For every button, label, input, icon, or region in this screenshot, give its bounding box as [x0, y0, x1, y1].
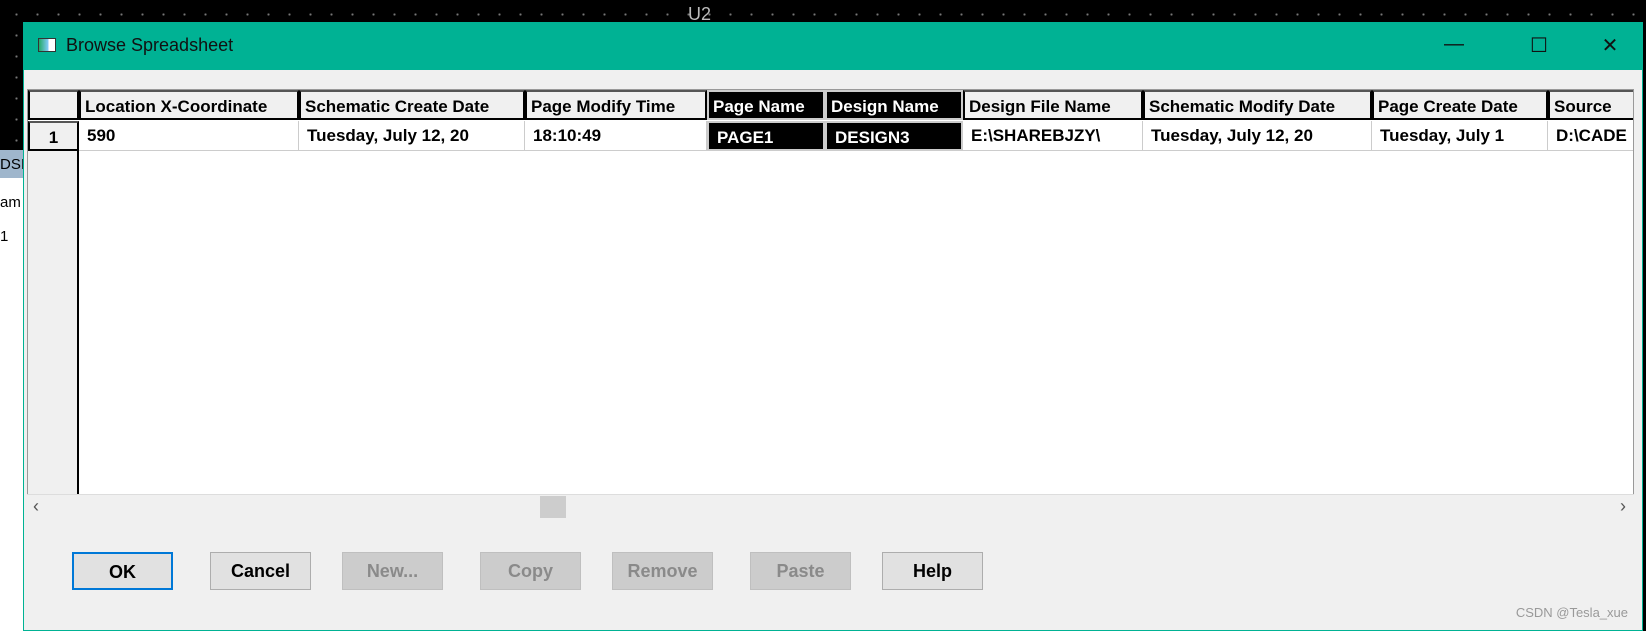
corner-cell[interactable] — [28, 90, 79, 120]
table-cell[interactable]: Tuesday, July 1 — [1372, 121, 1548, 151]
column-header[interactable]: Schematic Create Date — [299, 90, 525, 120]
column-header[interactable]: Page Name — [707, 90, 825, 120]
background-tab: DSI — [0, 150, 24, 178]
column-header[interactable]: Schematic Modify Date — [1143, 90, 1372, 120]
paste-button[interactable]: Paste — [750, 552, 851, 590]
table-cell[interactable]: Tuesday, July 12, 20 — [1143, 121, 1372, 151]
column-header[interactable]: Source — [1548, 90, 1633, 120]
table-cell[interactable]: D:\CADE — [1548, 121, 1633, 151]
close-button[interactable]: ✕ — [1587, 33, 1633, 59]
table-cell[interactable]: 18:10:49 — [525, 121, 707, 151]
horizontal-scrollbar[interactable]: ‹ › — [27, 494, 1634, 518]
table-cell[interactable]: DESIGN3 — [825, 121, 963, 151]
title-bar: Browse Spreadsheet — ☐ ✕ — [24, 23, 1642, 70]
table-cell[interactable]: PAGE1 — [707, 121, 825, 151]
table-cell[interactable]: E:\SHAREBJZY\ — [963, 121, 1143, 151]
background-panel — [0, 150, 24, 631]
row-header-column — [28, 151, 79, 517]
column-header[interactable]: Page Create Date — [1372, 90, 1548, 120]
watermark: CSDN @Tesla_xue — [1515, 605, 1628, 620]
scroll-thumb[interactable] — [540, 496, 566, 518]
column-header[interactable]: Location X-Coordinate — [79, 90, 299, 120]
background-text: 1 — [0, 228, 9, 245]
background-text: am — [0, 194, 21, 211]
row-header[interactable]: 1 — [28, 121, 79, 151]
table-cell[interactable]: 590 — [79, 121, 299, 151]
scroll-left-icon[interactable]: ‹ — [33, 496, 39, 517]
browse-spreadsheet-dialog: Browse Spreadsheet — ☐ ✕ Location X-Coor… — [23, 22, 1643, 631]
app-icon — [38, 38, 56, 52]
spreadsheet-grid[interactable]: Location X-Coordinate Schematic Create Da… — [27, 89, 1634, 518]
scroll-right-icon[interactable]: › — [1620, 496, 1626, 517]
window-title: Browse Spreadsheet — [66, 35, 234, 55]
table-cell[interactable]: Tuesday, July 12, 20 — [299, 121, 525, 151]
cancel-button[interactable]: Cancel — [210, 552, 311, 590]
column-header[interactable]: Design File Name — [963, 90, 1143, 120]
minimize-button[interactable]: — — [1431, 33, 1477, 59]
column-header[interactable]: Page Modify Time — [525, 90, 707, 120]
ok-button[interactable]: OK — [72, 552, 173, 590]
remove-button[interactable]: Remove — [612, 552, 713, 590]
copy-button[interactable]: Copy — [480, 552, 581, 590]
new-button[interactable]: New... — [342, 552, 443, 590]
column-header[interactable]: Design Name — [825, 90, 963, 120]
help-button[interactable]: Help — [882, 552, 983, 590]
maximize-button[interactable]: ☐ — [1516, 33, 1562, 59]
